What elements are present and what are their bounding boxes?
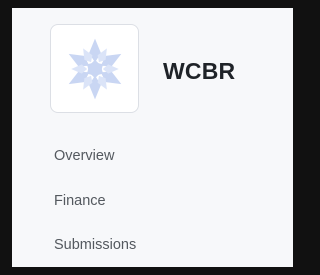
sidebar-panel: WCBR Overview Finance Submissions <box>12 8 293 267</box>
org-logo[interactable] <box>50 24 139 113</box>
nav-item-finance[interactable]: Finance <box>54 193 106 209</box>
nav-item-overview[interactable]: Overview <box>54 148 114 164</box>
snowflake-icon <box>65 38 124 99</box>
app-frame: WCBR Overview Finance Submissions <box>0 0 293 275</box>
nav-item-submissions[interactable]: Submissions <box>54 237 136 253</box>
org-name: WCBR <box>163 58 236 84</box>
